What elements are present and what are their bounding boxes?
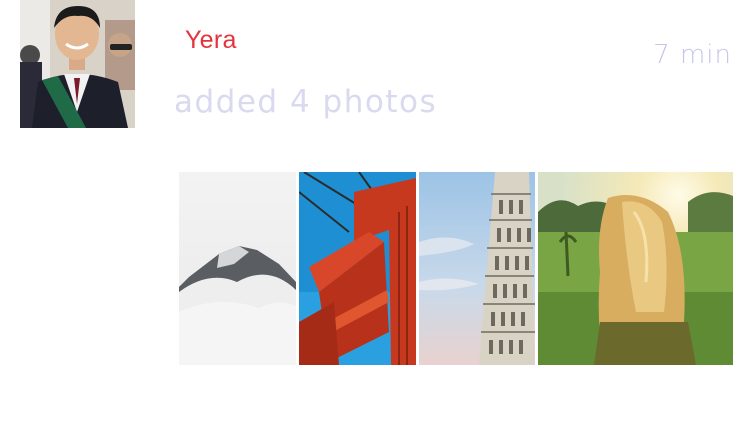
photo-thumbnail-mountain[interactable] <box>179 172 296 365</box>
photo-thumbnail-tower[interactable] <box>419 172 535 365</box>
photo-thumbnail-bridge[interactable] <box>299 172 416 365</box>
post-timestamp: 7 min <box>653 40 732 70</box>
activity-text: added 4 photos <box>174 84 438 120</box>
author-avatar[interactable] <box>20 0 135 128</box>
photo-thumbnail-field[interactable] <box>538 172 733 365</box>
photo-gallery <box>179 172 733 365</box>
author-name-link[interactable]: Yera <box>185 26 237 55</box>
